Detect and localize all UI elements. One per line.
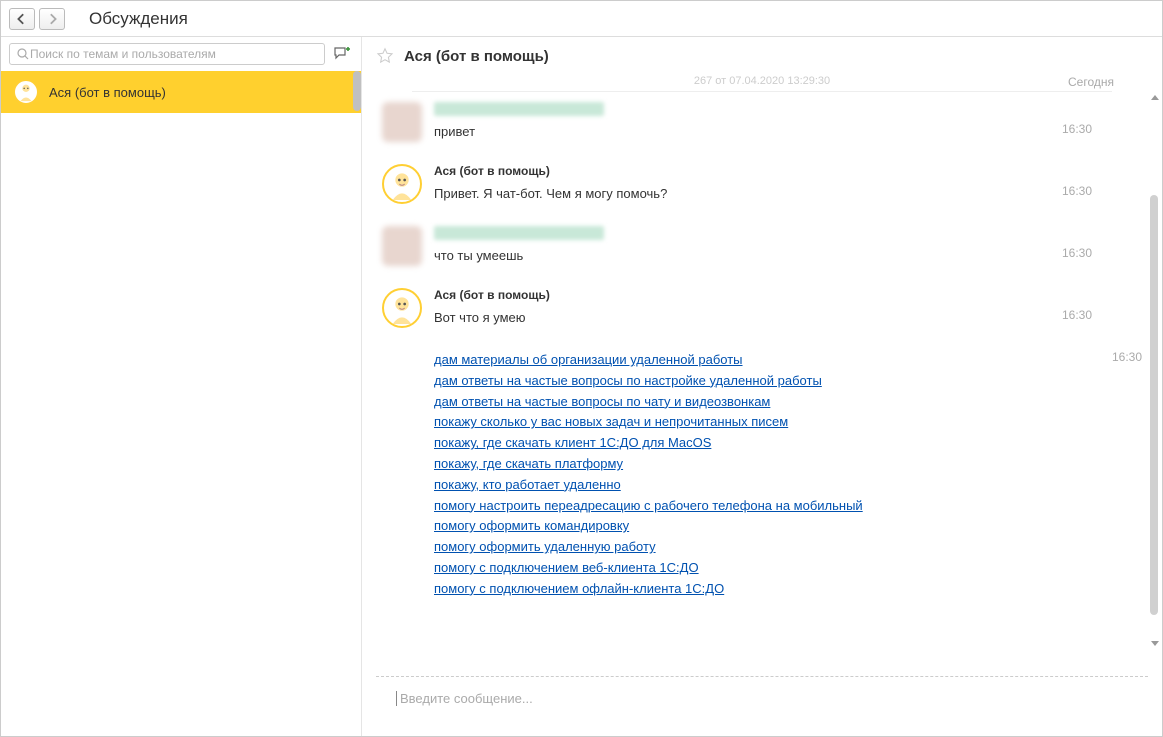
message-author bbox=[434, 226, 604, 240]
chat-item[interactable]: Ася (бот в помощь) bbox=[1, 71, 361, 113]
scroll-up-icon[interactable] bbox=[1151, 95, 1159, 100]
capability-link[interactable]: помогу с подключением офлайн-клиента 1С:… bbox=[434, 579, 1102, 600]
message-body: привет bbox=[434, 102, 1052, 142]
message-time: 16:30 bbox=[1062, 226, 1092, 260]
capability-link[interactable]: помогу оформить удаленную работу bbox=[434, 537, 1102, 558]
capability-link[interactable]: покажу, где скачать клиент 1С:ДО для Mac… bbox=[434, 433, 1102, 454]
message-author: Ася (бот в помощь) bbox=[434, 164, 1052, 178]
message-time: 16:30 bbox=[1062, 164, 1092, 198]
truncated-meta: 267 от 07.04.2020 13:29:30 bbox=[412, 75, 1112, 92]
capability-link[interactable]: покажу, где скачать платформу bbox=[434, 454, 1102, 475]
sidebar: Ася (бот в помощь) bbox=[1, 37, 361, 736]
message-time: 16:30 bbox=[1062, 288, 1092, 322]
forward-button[interactable] bbox=[39, 8, 65, 30]
message-author bbox=[434, 102, 604, 116]
toolbar: Обсуждения bbox=[1, 1, 1162, 37]
scrollbar-thumb[interactable] bbox=[353, 71, 361, 111]
capability-link[interactable]: дам ответы на частые вопросы по настройк… bbox=[434, 371, 1102, 392]
message-time: 16:30 bbox=[1062, 102, 1092, 136]
main: Ася (бот в помощь) Ася (бот в помощь) 26… bbox=[1, 37, 1162, 736]
conversation-header: Ася (бот в помощь) bbox=[362, 37, 1162, 75]
message-text: Привет. Я чат-бот. Чем я могу помочь? bbox=[434, 184, 1052, 204]
message-input[interactable] bbox=[396, 691, 1128, 706]
avatar bbox=[382, 102, 422, 142]
message-body: что ты умеешь bbox=[434, 226, 1052, 266]
message-time: 16:30 bbox=[1112, 350, 1142, 364]
chat-item-label: Ася (бот в помощь) bbox=[49, 85, 166, 100]
capability-link[interactable]: покажу, кто работает удаленно bbox=[434, 475, 1102, 496]
search-icon bbox=[16, 47, 30, 61]
avatar bbox=[382, 226, 422, 266]
message-author: Ася (бот в помощь) bbox=[434, 288, 1052, 302]
message-row: Ася (бот в помощь) Привет. Я чат-бот. Чем… bbox=[382, 164, 1142, 204]
capability-links: дам материалы об организации удаленной р… bbox=[434, 350, 1102, 600]
message-body: Ася (бот в помощь) Вот что я умею bbox=[434, 288, 1052, 328]
capability-links-row: дам материалы об организации удаленной р… bbox=[382, 350, 1142, 600]
conversation-pane: Ася (бот в помощь) 267 от 07.04.2020 13:… bbox=[361, 37, 1162, 736]
avatar bbox=[382, 288, 422, 328]
capability-link[interactable]: помогу оформить командировку bbox=[434, 516, 1102, 537]
new-chat-button[interactable] bbox=[331, 43, 353, 65]
compose-area bbox=[376, 676, 1148, 726]
capability-link[interactable]: дам ответы на частые вопросы по чату и в… bbox=[434, 392, 1102, 413]
message-row: Ася (бот в помощь) Вот что я умею 16:30 bbox=[382, 288, 1142, 328]
message-row: привет 16:30 bbox=[382, 102, 1142, 142]
page-title: Обсуждения bbox=[89, 9, 188, 29]
scroll-down-icon[interactable] bbox=[1151, 641, 1159, 646]
capability-link[interactable]: помогу с подключением веб-клиента 1С:ДО bbox=[434, 558, 1102, 579]
message-body: Ася (бот в помощь) Привет. Я чат-бот. Чем… bbox=[434, 164, 1052, 204]
avatar bbox=[13, 79, 39, 105]
avatar bbox=[382, 164, 422, 204]
search-input[interactable] bbox=[30, 47, 318, 61]
search-row bbox=[1, 37, 361, 71]
capability-link[interactable]: покажу сколько у вас новых задач и непро… bbox=[434, 412, 1102, 433]
messages-area: 267 от 07.04.2020 13:29:30 Сегодня приве… bbox=[362, 75, 1162, 666]
day-label: Сегодня bbox=[1068, 75, 1114, 89]
message-row: что ты умеешь 16:30 bbox=[382, 226, 1142, 266]
message-text: Вот что я умею bbox=[434, 308, 1052, 328]
messages-scrollbar[interactable] bbox=[1150, 95, 1160, 646]
message-text: привет bbox=[434, 122, 1052, 142]
capability-link[interactable]: дам материалы об организации удаленной р… bbox=[434, 350, 1102, 371]
back-button[interactable] bbox=[9, 8, 35, 30]
capability-link[interactable]: помогу настроить переадресацию с рабочег… bbox=[434, 496, 1102, 517]
scrollbar-thumb[interactable] bbox=[1150, 195, 1158, 615]
message-text: что ты умеешь bbox=[434, 246, 1052, 266]
conversation-title: Ася (бот в помощь) bbox=[404, 48, 549, 65]
sidebar-scrollbar[interactable] bbox=[353, 71, 361, 736]
new-chat-icon bbox=[333, 46, 351, 62]
chat-list: Ася (бот в помощь) bbox=[1, 71, 361, 736]
search-field-wrap[interactable] bbox=[9, 43, 325, 65]
star-icon[interactable] bbox=[376, 47, 394, 65]
